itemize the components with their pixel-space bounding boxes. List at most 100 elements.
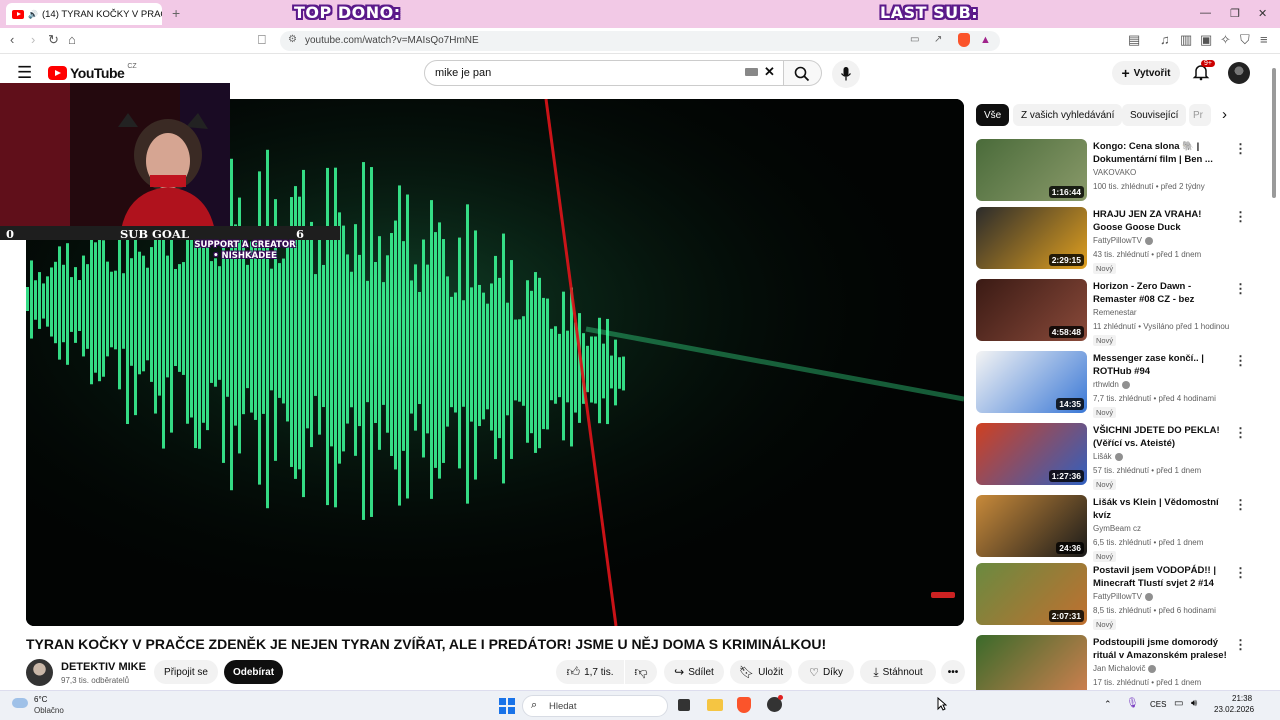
more-options-icon[interactable]: ⋮ bbox=[1234, 497, 1247, 513]
search-input[interactable]: mike je pan ✕ bbox=[424, 60, 784, 86]
scrollbar-thumb[interactable] bbox=[1272, 68, 1276, 198]
account-avatar[interactable] bbox=[1228, 62, 1250, 84]
weather-icon[interactable] bbox=[12, 698, 28, 708]
more-actions-button[interactable]: ••• bbox=[941, 660, 965, 684]
dislike-button[interactable]: 👎︎ bbox=[625, 660, 657, 684]
hamburger-menu-icon[interactable]: ☰ bbox=[17, 63, 32, 83]
recommendation-thumbnail[interactable] bbox=[976, 635, 1087, 697]
more-options-icon[interactable]: ⋮ bbox=[1234, 353, 1247, 369]
recommendation-channel[interactable]: Jan Michalovič bbox=[1093, 664, 1157, 673]
channel-avatar[interactable] bbox=[26, 659, 53, 686]
show-hidden-icons[interactable]: ⌃ bbox=[1104, 699, 1112, 710]
subscribe-button[interactable]: Odebírat bbox=[224, 660, 283, 684]
recommendation-title[interactable]: Podstoupili jsme domorodý rituál v Amazo… bbox=[1093, 636, 1233, 662]
recommendation-thumbnail[interactable]: 24:36 bbox=[976, 495, 1087, 557]
minimize-button[interactable]: — bbox=[1200, 7, 1211, 19]
like-button[interactable]: 👍︎ 1,7 tis. bbox=[556, 660, 624, 684]
wallet-icon[interactable]: ▣ bbox=[1200, 33, 1212, 47]
volume-icon[interactable]: 🔊︎ bbox=[1191, 698, 1197, 709]
more-options-icon[interactable]: ⋮ bbox=[1234, 425, 1247, 441]
recommendation-title[interactable]: Messenger zase končí.. | ROTHub #94 bbox=[1093, 352, 1233, 378]
page-scrollbar[interactable] bbox=[1270, 60, 1278, 688]
network-icon[interactable]: ▭ bbox=[1174, 698, 1183, 709]
recommendation-thumbnail[interactable]: 4:58:48 bbox=[976, 279, 1087, 341]
search-button[interactable] bbox=[784, 60, 822, 86]
recommendation-item[interactable]: 1:27:36 VŠICHNI JDETE DO PEKLA! (Věřící v… bbox=[976, 423, 1266, 490]
sidebar-toggle-icon[interactable]: ▤ bbox=[1128, 33, 1140, 47]
recommendation-thumbnail[interactable]: 1:27:36 bbox=[976, 423, 1087, 485]
recommendation-channel[interactable]: FattyPillowTV bbox=[1093, 236, 1153, 245]
more-options-icon[interactable]: ⋮ bbox=[1234, 141, 1247, 157]
recommendation-title[interactable]: Lišák vs Klein | Vědomostní kvíz bbox=[1093, 496, 1233, 522]
recommendation-channel[interactable]: GymBeam cz bbox=[1093, 524, 1141, 533]
site-info-icon[interactable]: ⚙ bbox=[288, 34, 297, 45]
back-icon[interactable]: ‹ bbox=[10, 33, 14, 47]
voice-search-button[interactable] bbox=[832, 60, 860, 88]
recommendation-channel[interactable]: Remenestar bbox=[1093, 308, 1137, 317]
recommendation-channel[interactable]: rthwldn bbox=[1093, 380, 1130, 389]
recommendation-item[interactable]: 2:07:31 Postavil jsem VODOPÁD!! | Minecra… bbox=[976, 563, 1266, 630]
thanks-button[interactable]: ♡ Díky bbox=[798, 660, 854, 684]
chip-related[interactable]: Související bbox=[1122, 104, 1187, 126]
vpn-icon[interactable]: ⛉ bbox=[1240, 33, 1250, 47]
file-explorer-icon[interactable] bbox=[707, 699, 723, 711]
bookmark-icon[interactable]: ⎕ bbox=[258, 33, 266, 47]
brave-browser-icon[interactable] bbox=[737, 697, 751, 713]
recommendation-channel[interactable]: Lišák bbox=[1093, 452, 1123, 461]
recommendation-title[interactable]: Postavil jsem VODOPÁD!! | Minecraft Tlus… bbox=[1093, 564, 1233, 590]
channel-name[interactable]: DETEKTIV MIKE bbox=[61, 661, 146, 673]
leo-ai-icon[interactable]: ✧ bbox=[1220, 33, 1231, 47]
recommendation-item[interactable]: 14:35 Messenger zase končí.. | ROTHub #94… bbox=[976, 351, 1266, 418]
join-button[interactable]: Připojit se bbox=[154, 660, 218, 684]
recommendation-title[interactable]: Kongo: Cena slona 🐘 | Dokumentární film … bbox=[1093, 140, 1233, 166]
cast-icon[interactable]: ▭ bbox=[910, 34, 919, 45]
start-button[interactable] bbox=[499, 698, 515, 714]
youtube-logo[interactable]: YouTube CZ bbox=[48, 63, 137, 81]
recommendation-item[interactable]: 4:58:48 Horizon - Zero Dawn - Remaster #0… bbox=[976, 279, 1266, 346]
maximize-button[interactable]: ❐ bbox=[1230, 7, 1240, 20]
recommendation-thumbnail[interactable]: 14:35 bbox=[976, 351, 1087, 413]
clock-time[interactable]: 21:38 bbox=[1232, 694, 1252, 703]
notifications-button[interactable]: 9+ bbox=[1192, 60, 1215, 86]
recommendation-item[interactable]: 2:29:15 HRAJU JEN ZA VRAHA! Goose Goose D… bbox=[976, 207, 1266, 274]
create-button[interactable]: + Vytvořit bbox=[1112, 61, 1180, 85]
browser-tab-active[interactable]: 🔊 (14) TYRAN KOČKY V PRAČCE ✕ bbox=[6, 3, 162, 25]
recommendation-thumbnail[interactable]: 2:07:31 bbox=[976, 563, 1087, 625]
brave-shields-icon[interactable] bbox=[958, 33, 970, 47]
chip-more[interactable]: Pr bbox=[1189, 104, 1211, 126]
reader-icon[interactable]: ▥ bbox=[1180, 33, 1192, 47]
download-button[interactable]: ⤓ Stáhnout bbox=[860, 660, 936, 684]
recommendation-channel[interactable]: FattyPillowTV bbox=[1093, 592, 1153, 601]
recommendation-thumbnail[interactable]: 2:29:15 bbox=[976, 207, 1087, 269]
home-icon[interactable]: ⌂ bbox=[68, 33, 76, 47]
input-language[interactable]: CES bbox=[1150, 700, 1166, 709]
reload-icon[interactable]: ↻ bbox=[48, 33, 59, 47]
more-options-icon[interactable]: ⋮ bbox=[1234, 209, 1247, 225]
more-options-icon[interactable]: ⋮ bbox=[1234, 565, 1247, 581]
menu-icon[interactable]: ≡ bbox=[1260, 33, 1268, 47]
recommendation-item[interactable]: 24:36 Lišák vs Klein | Vědomostní kvíz Gym… bbox=[976, 495, 1266, 562]
taskbar-search[interactable]: ⌕ Hledat bbox=[522, 695, 668, 717]
address-bar[interactable]: ⚙ youtube.com/watch?v=MAIsQo7HmNE ▭ ↗ ▲ bbox=[280, 31, 1000, 51]
save-button[interactable]: 🔖︎ Uložit bbox=[730, 660, 792, 684]
recommendation-title[interactable]: Horizon - Zero Dawn - Remaster #08 CZ - … bbox=[1093, 280, 1233, 306]
close-window-button[interactable]: ✕ bbox=[1258, 7, 1267, 20]
more-options-icon[interactable]: ⋮ bbox=[1234, 281, 1247, 297]
recommendation-channel[interactable]: VAKOVAKO bbox=[1093, 168, 1136, 177]
share-button[interactable]: ↪ Sdílet bbox=[664, 660, 724, 684]
recommendation-title[interactable]: VŠICHNI JDETE DO PEKLA! (Věřící vs. Atei… bbox=[1093, 424, 1233, 450]
media-icon[interactable]: ♫ bbox=[1160, 33, 1170, 47]
share-page-icon[interactable]: ↗ bbox=[934, 34, 942, 45]
recommendation-item[interactable]: 1:16:44 Kongo: Cena slona 🐘 | Dokumentárn… bbox=[976, 139, 1266, 203]
clock-date[interactable]: 23.02.2026 bbox=[1214, 705, 1254, 714]
recommendation-thumbnail[interactable]: 1:16:44 bbox=[976, 139, 1087, 201]
rewards-icon[interactable]: ▲ bbox=[980, 34, 991, 46]
forward-icon[interactable]: › bbox=[31, 33, 35, 47]
more-options-icon[interactable]: ⋮ bbox=[1234, 637, 1247, 653]
chip-from-searches[interactable]: Z vašich vyhledávání bbox=[1013, 104, 1123, 126]
task-view-icon[interactable] bbox=[678, 699, 690, 711]
recommendation-title[interactable]: HRAJU JEN ZA VRAHA! Goose Goose Duck bbox=[1093, 208, 1233, 234]
chips-next-icon[interactable]: › bbox=[1222, 106, 1227, 123]
new-tab-button[interactable]: + bbox=[172, 5, 180, 21]
chip-all[interactable]: Vše bbox=[976, 104, 1010, 126]
